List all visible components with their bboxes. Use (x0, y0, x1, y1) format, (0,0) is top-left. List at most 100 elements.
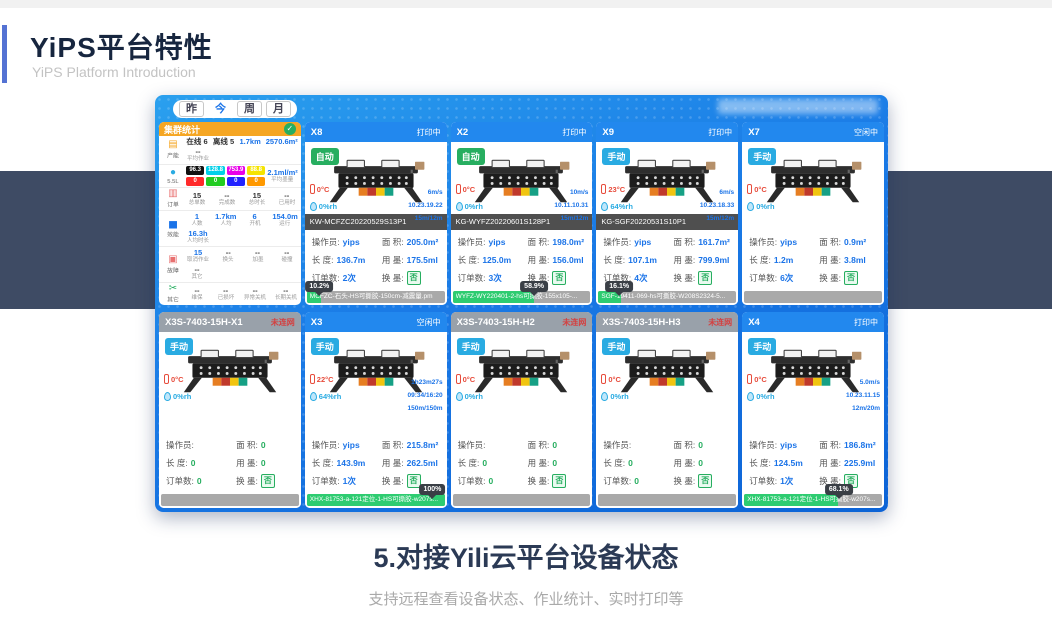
device-card-header: X4 打印中 (742, 312, 884, 332)
stat-item: 15 总时长 (246, 191, 268, 207)
device-details: 操作员:yips 面 积:186.8m² 长 度:124.5m 用 墨:225.… (749, 436, 879, 490)
ink-chip: 96.3 (186, 166, 204, 175)
device-card-X3S-7403-15H-H2[interactable]: X3S-7403-15H-H2 未连网 手动 (451, 312, 593, 508)
progress-bar[interactable] (744, 291, 882, 303)
ink-value: 175.5ml (407, 255, 438, 265)
time-tab[interactable]: 昨 (179, 101, 204, 117)
stat-item: 2570.6m² (266, 137, 298, 146)
device-card-header: X9 打印中 (596, 122, 738, 142)
thermometer-icon (601, 184, 606, 194)
device-status: 打印中 (854, 317, 878, 328)
device-card-X9[interactable]: X9 打印中 手动 (596, 122, 738, 305)
area-value: 198.0m² (552, 237, 584, 247)
page-title: YiPS平台特性 (30, 26, 213, 66)
device-card-X3S-7403-15H-X1[interactable]: X3S-7403-15H-X1 未连网 手动 (159, 312, 301, 508)
ink-chip: 88.8 (247, 166, 265, 175)
progress-bar[interactable] (598, 494, 736, 506)
device-details: 操作员:yips 面 积:205.0m² 长 度:136.7m 用 墨:175.… (312, 233, 442, 287)
area-value: 0 (261, 440, 266, 450)
environment-readings: 0°C 0%rh (747, 184, 774, 211)
stat-icon-other: ✂ 其它 (162, 284, 184, 304)
humidity-icon (456, 392, 463, 401)
thermometer-icon (747, 374, 752, 384)
thermometer-icon (164, 374, 169, 384)
ink-value: 0 (698, 458, 703, 468)
device-card-X2[interactable]: X2 打印中 自动 (451, 122, 593, 305)
humidity-value: 0%rh (465, 202, 483, 211)
ink-value: 156.0ml (552, 255, 583, 265)
progress-bar[interactable] (161, 494, 299, 506)
ink-value: 0 (552, 458, 557, 468)
humidity-icon (310, 202, 317, 211)
network-info-line: 15m/12m (700, 212, 734, 225)
network-info-line: 6m/s (700, 186, 734, 199)
orders-value: 6次 (780, 272, 793, 284)
operator-value: yips (634, 237, 651, 247)
network-info-line: 15m/12m (408, 212, 442, 225)
network-info-line: 10.23.19.22 (408, 199, 442, 212)
device-details: 操作员: 面 积:0 长 度:0 用 墨:0 订单数:0 换 墨:否 (458, 436, 588, 490)
stat-item: 154.0m 运行 (272, 212, 297, 228)
device-card-X3S-7403-15H-H3[interactable]: X3S-7403-15H-H3 未连网 手动 (596, 312, 738, 508)
stats-title: 集群统计 (164, 123, 200, 136)
length-value: 0 (482, 458, 487, 468)
ink-value: 225.9ml (844, 458, 875, 468)
device-card-X7[interactable]: X7 空闲中 手动 (742, 122, 884, 305)
ink-swap-badge: 否 (261, 474, 275, 488)
length-value: 125.0m (482, 255, 511, 265)
time-tab[interactable]: 月 (266, 101, 291, 117)
device-card-header: X3S-7403-15H-H2 未连网 (451, 312, 593, 332)
progress-bar[interactable]: WYFZ-WY220401-2-hs可撕胶-155x105-... (453, 291, 591, 303)
progress-bar[interactable]: XHX-81753-a-121定位-1-HS可撕胶-w207s... (744, 494, 882, 506)
device-name: X4 (748, 317, 760, 328)
orders-value: 0 (197, 476, 202, 486)
device-card-X4[interactable]: X4 打印中 手动 (742, 312, 884, 508)
orders-value: 0 (488, 476, 493, 486)
humidity-icon (747, 392, 754, 401)
device-details: 操作员: 面 积:0 长 度:0 用 墨:0 订单数:0 换 墨:否 (603, 436, 733, 490)
orders-value: 4次 (634, 272, 647, 284)
humidity-value: 0%rh (173, 392, 191, 401)
length-value: 1.2m (774, 255, 793, 265)
network-info-line: 10.23.11.15 (846, 389, 880, 402)
device-details: 操作员:yips 面 积:198.0m² 长 度:125.0m 用 墨:156.… (458, 233, 588, 287)
operator-value: yips (780, 237, 797, 247)
progress-bar[interactable] (453, 494, 591, 506)
device-name: X2 (457, 127, 469, 138)
stat-item: 15 取消作业 (186, 248, 210, 264)
network-info-line: 150m/150m (408, 402, 443, 415)
area-value: 186.8m² (844, 440, 876, 450)
check-icon[interactable]: ✓ (284, 123, 296, 135)
device-grid: 集群统计 ✓ ▤ 产能 在线 6 离线 5 1.7km 2570.6m² -- … (159, 122, 884, 508)
device-status: 未连网 (271, 317, 295, 328)
device-card-X8[interactable]: X8 打印中 自动 (305, 122, 447, 305)
length-value: 0 (191, 458, 196, 468)
stat-icon-capacity: ▤ 产能 (162, 140, 184, 160)
ink-chip: 0 (247, 177, 265, 186)
device-card-X3[interactable]: X3 空闲中 手动 (305, 312, 447, 508)
ink-swap-badge: 否 (698, 271, 712, 285)
network-info-line: 12m/20m (846, 402, 880, 415)
stat-item: 1.7km (239, 137, 261, 146)
device-name: X3S-7403-15H-H3 (602, 317, 680, 328)
ink-chip: 0 (186, 177, 204, 186)
device-card-header: X7 空闲中 (742, 122, 884, 142)
network-info-line: 6m/s (408, 186, 442, 199)
stat-item: 离线 5 (213, 137, 235, 146)
progress-bar[interactable]: XHX-81753-a-121定位-1-HS可撕胶-w207s... (307, 494, 445, 506)
progress-bar[interactable]: MCFZC-石头-HS可撕胶-150cm-减震量.pm (307, 291, 445, 303)
time-tab[interactable]: 周 (237, 101, 262, 117)
device-status: 未连网 (708, 317, 732, 328)
progress-tooltip: 16.1% (605, 281, 633, 292)
device-status: 打印中 (562, 127, 586, 138)
progress-tooltip: 100% (419, 484, 445, 495)
time-tab[interactable]: 今 (208, 101, 233, 117)
caption-subtitle: 支持远程查看设备状态、作业统计、实时打印等 (0, 588, 1052, 609)
stat-item: -- 换头 (217, 248, 239, 264)
network-info: 6m/s10.23.19.2215m/12m (408, 186, 442, 225)
device-card-header: X2 打印中 (451, 122, 593, 142)
stat-item: -- 已损坏 (215, 286, 237, 302)
temperature-value: 0°C (171, 375, 184, 384)
stat-item: -- 长期关机 (274, 286, 298, 302)
thermometer-icon (456, 374, 461, 384)
